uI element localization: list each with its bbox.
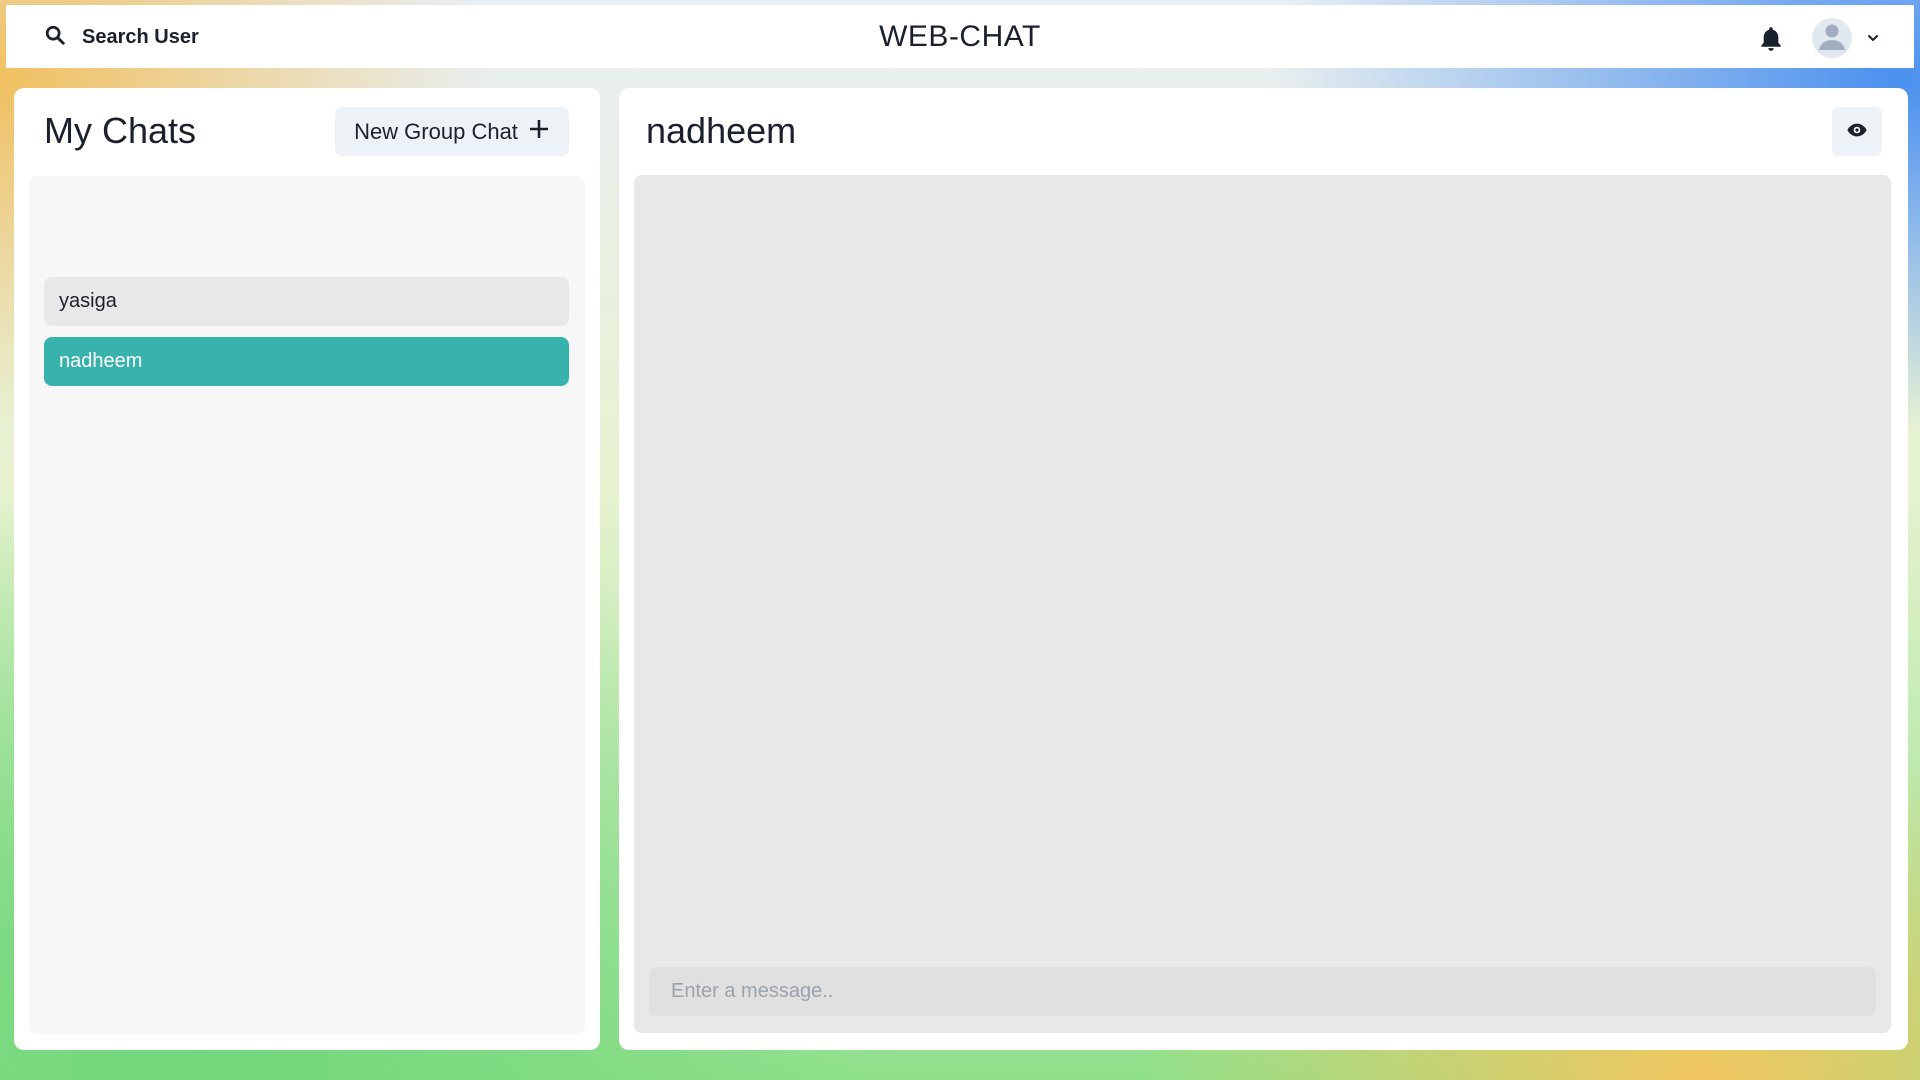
conversation-panel: nadheem [619,88,1908,1050]
search-user-button[interactable]: Search User [32,17,211,57]
avatar [1812,18,1852,58]
search-icon [44,24,66,51]
user-avatar-icon [1812,18,1852,58]
my-chats-panel: My Chats New Group Chat yasiga nadheem [14,88,600,1050]
view-profile-button[interactable] [1832,107,1882,156]
new-group-chat-button[interactable]: New Group Chat [335,107,569,156]
chevron-down-icon [1866,31,1880,45]
app-title: WEB-CHAT [879,20,1041,53]
bell-icon[interactable] [1758,25,1784,53]
eye-icon [1846,119,1868,144]
top-navbar: Search User WEB-CHAT [6,5,1914,68]
chat-list-item[interactable]: yasiga [44,277,569,326]
chat-list-item-selected[interactable]: nadheem [44,337,569,386]
profile-menu-button[interactable] [1812,17,1880,59]
chat-name: yasiga [59,290,117,312]
message-input[interactable] [649,967,1876,1016]
my-chats-title: My Chats [44,110,197,151]
chat-list: yasiga nadheem [29,176,585,1034]
messages-area [634,175,1891,1033]
new-group-chat-label: New Group Chat [354,118,518,144]
plus-icon [528,118,550,146]
search-user-label: Search User [82,25,199,48]
conversation-title: nadheem [646,110,797,151]
chat-name: nadheem [59,350,143,372]
